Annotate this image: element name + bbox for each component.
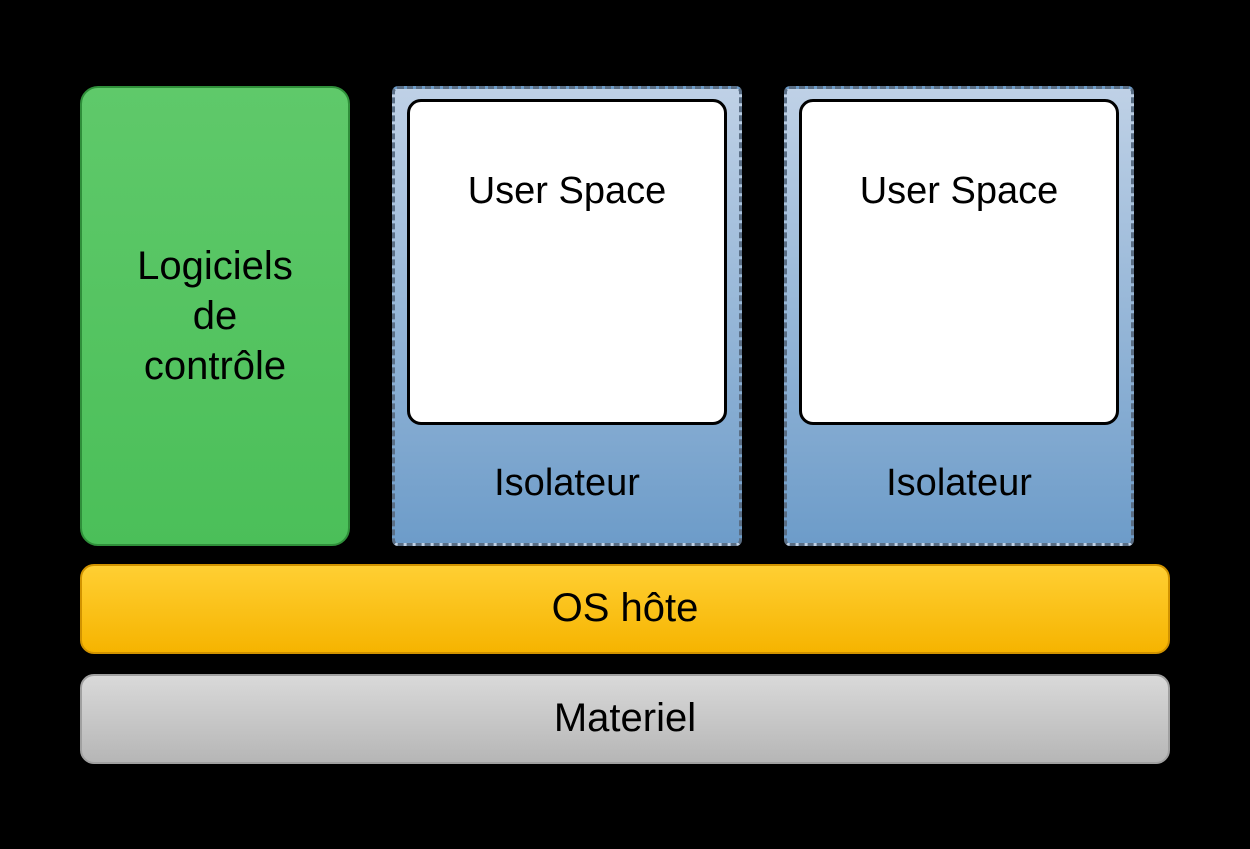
user-space-2: User Space — [799, 99, 1119, 425]
hardware-box: Materiel — [80, 674, 1170, 764]
isolator-box-1: User Space Isolateur — [392, 86, 742, 546]
virtualization-diagram: Logiciels de contrôle User Space Isolate… — [80, 86, 1170, 764]
isolator-2-label: Isolateur — [886, 462, 1032, 505]
isolator-2-label-wrap: Isolateur — [787, 425, 1131, 543]
isolator-1-label-wrap: Isolateur — [395, 425, 739, 543]
top-row: Logiciels de contrôle User Space Isolate… — [80, 86, 1170, 546]
isolator-box-2: User Space Isolateur — [784, 86, 1134, 546]
isolator-1-label: Isolateur — [494, 462, 640, 505]
user-space-1: User Space — [407, 99, 727, 425]
host-os-label: OS hôte — [552, 586, 699, 631]
control-software-box: Logiciels de contrôle — [80, 86, 350, 546]
host-os-box: OS hôte — [80, 564, 1170, 654]
user-space-2-label: User Space — [860, 170, 1059, 213]
user-space-1-label: User Space — [468, 170, 667, 213]
hardware-label: Materiel — [554, 696, 696, 741]
control-software-label: Logiciels de contrôle — [137, 241, 293, 391]
